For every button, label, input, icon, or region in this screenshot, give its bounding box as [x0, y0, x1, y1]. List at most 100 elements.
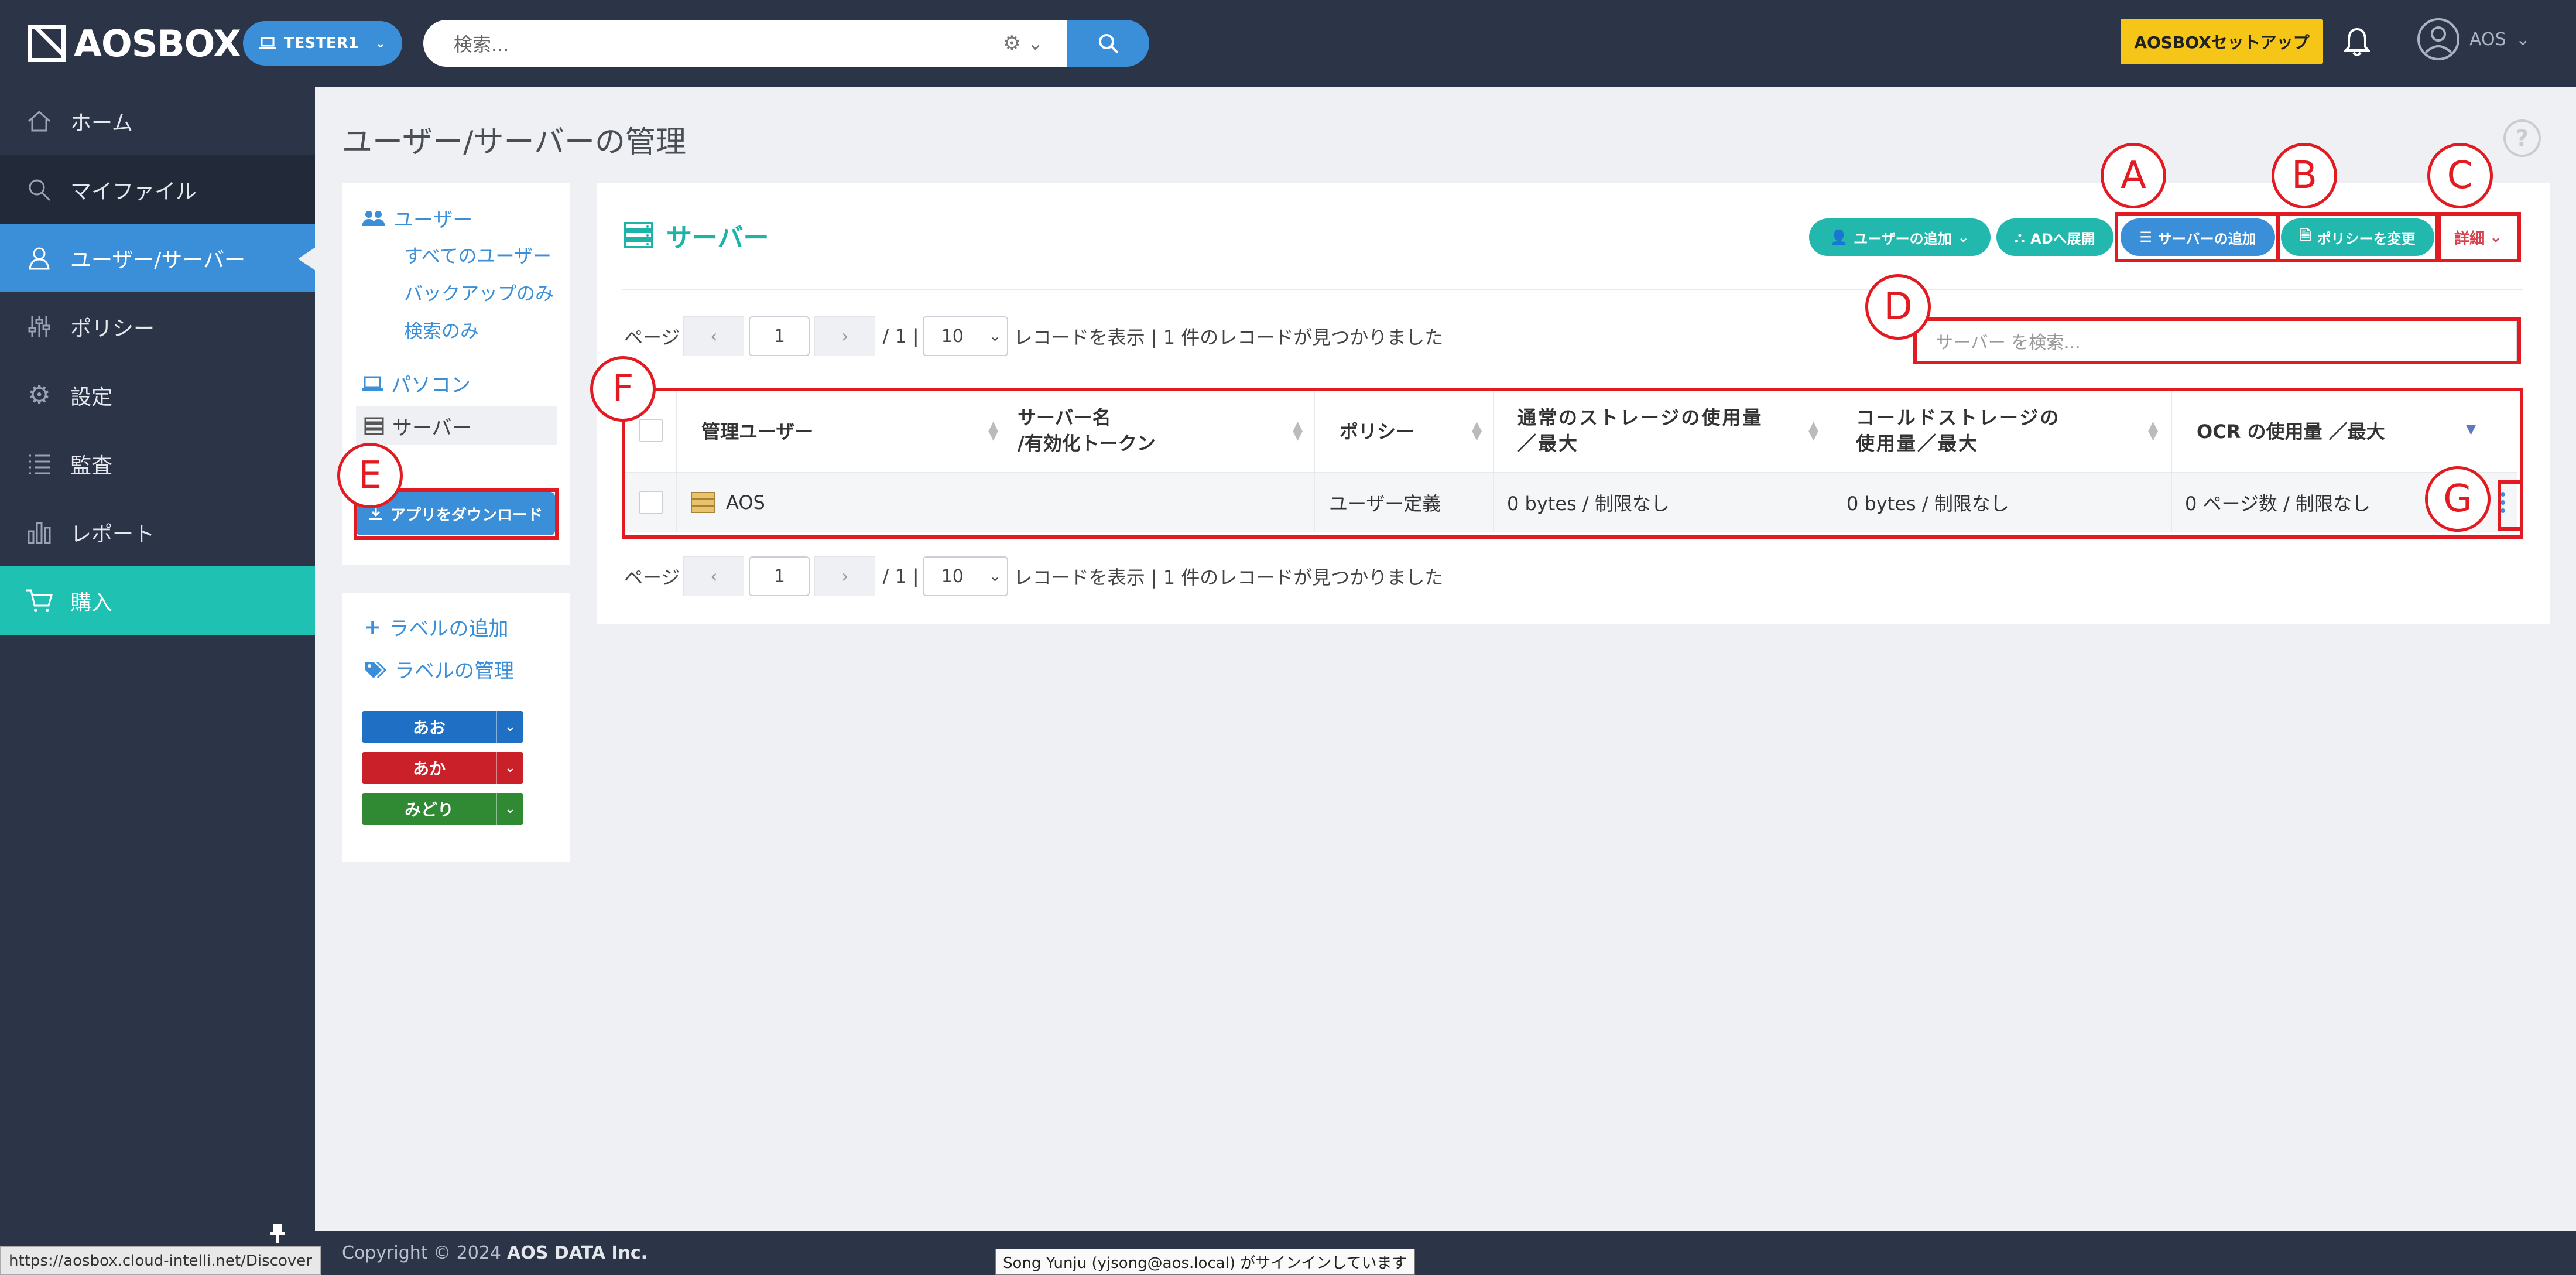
global-search-input[interactable]: 検索... ⚙ ⌄	[423, 20, 1067, 67]
nav-search-only[interactable]: 検索のみ	[404, 316, 479, 343]
logo[interactable]: AOSBOX	[28, 22, 241, 65]
sidebar-item-users-servers[interactable]: ユーザー/サーバー	[0, 224, 316, 292]
ad-deploy-label: ADへ展開	[2030, 230, 2095, 247]
next-page-button[interactable]: ›	[814, 556, 876, 596]
search-button[interactable]	[1067, 20, 1149, 67]
sidebar-item-audit[interactable]: 監査	[0, 429, 315, 498]
logo-text: AOSBOX	[74, 22, 241, 65]
nav-servers-label: サーバー	[392, 416, 472, 440]
add-user-button[interactable]: 👤 ユーザーの追加 ⌄	[1809, 218, 1991, 256]
page-number-input[interactable]: 1	[749, 556, 810, 596]
page-label: ページ	[624, 326, 680, 348]
records-text: レコードを表示 | 1 件のレコードが見つかりました	[1013, 566, 1444, 589]
global-search-placeholder: 検索...	[453, 33, 509, 56]
prev-page-button[interactable]: ‹	[683, 316, 745, 356]
cart-icon	[25, 588, 54, 614]
manage-labels-text: ラベルの管理	[395, 659, 514, 683]
label-name: あお	[412, 718, 446, 737]
chevron-down-icon[interactable]: ⌄	[496, 711, 523, 743]
annotation-box-d	[1913, 317, 2521, 364]
nav-users-label: ユーザー	[393, 208, 473, 232]
annotation-box-b	[2276, 212, 2439, 262]
sidebar-item-label: 設定	[70, 385, 113, 409]
total-pages: / 1 |	[882, 325, 919, 347]
nav-users[interactable]: ユーザー	[362, 204, 472, 233]
sidebar-item-label: 監査	[70, 453, 113, 478]
aosbox-setup-button[interactable]: AOSBOXセットアップ	[2121, 19, 2323, 64]
user-menu[interactable]: AOS ⌄	[2417, 18, 2530, 61]
label-green[interactable]: みどり ⌄	[362, 793, 523, 825]
page-number-input[interactable]: 1	[749, 316, 810, 356]
nav-all-users[interactable]: すべてのユーザー	[404, 241, 551, 268]
ad-deploy-button[interactable]: ⛬ ADへ展開	[1996, 218, 2113, 256]
label-name: あか	[412, 759, 446, 778]
annotation-label-g: G	[2425, 466, 2491, 532]
sidebar-item-reports[interactable]: レポート	[0, 498, 315, 566]
add-label-link[interactable]: + ラベルの追加	[364, 613, 509, 641]
avatar-icon	[2417, 18, 2459, 60]
sidebar-item-my-files[interactable]: マイファイル	[0, 155, 315, 224]
annotation-label-f: F	[590, 356, 656, 422]
total-pages: / 1 |	[882, 565, 919, 587]
annotation-label-c: C	[2427, 143, 2493, 208]
search-settings-gear-icon[interactable]: ⚙ ⌄	[1003, 32, 1044, 55]
page-title: ユーザー/サーバーの管理	[342, 125, 686, 160]
nav-servers[interactable]: サーバー	[356, 406, 557, 445]
chevron-down-icon: ⌄	[989, 568, 1001, 584]
nav-computers[interactable]: パソコン	[362, 369, 471, 398]
server-icon	[624, 222, 653, 248]
label-red[interactable]: あか ⌄	[362, 752, 523, 784]
user-name: AOS	[2469, 29, 2506, 50]
add-user-label: ユーザーの追加	[1854, 230, 1952, 247]
pin-icon[interactable]	[267, 1223, 288, 1244]
page-label: ページ	[624, 566, 680, 589]
status-bar-url: https://aosbox.cloud-intelli.net/Discove…	[0, 1246, 321, 1275]
next-page-button[interactable]: ›	[814, 316, 876, 356]
chevron-down-icon: ⌄	[989, 328, 1001, 344]
annotation-box-f	[622, 388, 2523, 539]
footer: Copyright © 2024 AOS DATA Inc.	[315, 1231, 2576, 1275]
sidebar-item-policy[interactable]: ポリシー	[0, 292, 315, 361]
logo-mark-icon	[28, 25, 66, 62]
chevron-down-icon: ⌄	[375, 36, 386, 51]
page-size-select[interactable]: 10 ⌄	[922, 316, 1008, 356]
pager-bottom: ページ ‹ 1 › / 1 | 10 ⌄ レコードを表示 | 1 件のレコードが…	[624, 556, 1443, 596]
tenant-selector-button[interactable]: TESTER1 ⌄	[242, 21, 402, 66]
server-icon	[364, 417, 384, 435]
annotation-box-g	[2498, 480, 2523, 531]
chevron-down-icon: ⌄	[2515, 29, 2530, 50]
add-user-icon: 👤	[1830, 229, 1848, 245]
sidebar-item-settings[interactable]: ⚙ 設定	[0, 361, 315, 429]
users-icon	[362, 210, 385, 226]
chevron-down-icon[interactable]: ⌄	[496, 793, 523, 825]
laptop-icon	[362, 376, 383, 391]
notification-bell-icon[interactable]	[2343, 27, 2371, 63]
label-blue[interactable]: あお ⌄	[362, 711, 523, 743]
manage-labels-link[interactable]: ラベルの管理	[364, 655, 514, 683]
sidebar-item-purchase[interactable]: 購入	[0, 566, 315, 635]
annotation-label-d: D	[1865, 274, 1931, 340]
pager-top: ページ ‹ 1 › / 1 | 10 ⌄ レコードを表示 | 1 件のレコードが…	[624, 316, 1443, 356]
tags-icon	[365, 661, 386, 678]
labels-panel: + ラベルの追加 ラベルの管理 あお ⌄ あか ⌄ みどり ⌄	[342, 593, 570, 862]
page-size-select[interactable]: 10 ⌄	[922, 556, 1008, 596]
sidebar-item-home[interactable]: ホーム	[0, 87, 315, 155]
server-section-title-text: サーバー	[666, 223, 769, 253]
home-icon	[25, 108, 54, 134]
annotation-label-a: A	[2101, 143, 2166, 208]
add-label-text: ラベルの追加	[389, 617, 509, 641]
sidebar-item-label: 購入	[70, 590, 113, 615]
prev-page-button[interactable]: ‹	[683, 556, 745, 596]
label-name: みどり	[404, 800, 454, 819]
chevron-down-icon[interactable]: ⌄	[496, 752, 523, 784]
signin-tooltip: Song Yunju (yjsong@aos.local) がサインインしていま…	[995, 1249, 1415, 1275]
tenant-label: TESTER1	[283, 35, 359, 52]
user-icon	[25, 245, 54, 271]
help-icon[interactable]: ?	[2503, 119, 2541, 157]
records-text: レコードを表示 | 1 件のレコードが見つかりました	[1013, 326, 1444, 348]
bar-chart-icon	[25, 519, 54, 545]
annotation-box-a	[2115, 212, 2280, 262]
sidebar-item-label: ホーム	[70, 111, 133, 135]
nav-backup-only[interactable]: バックアップのみ	[404, 279, 554, 306]
search-icon	[1098, 34, 1118, 53]
